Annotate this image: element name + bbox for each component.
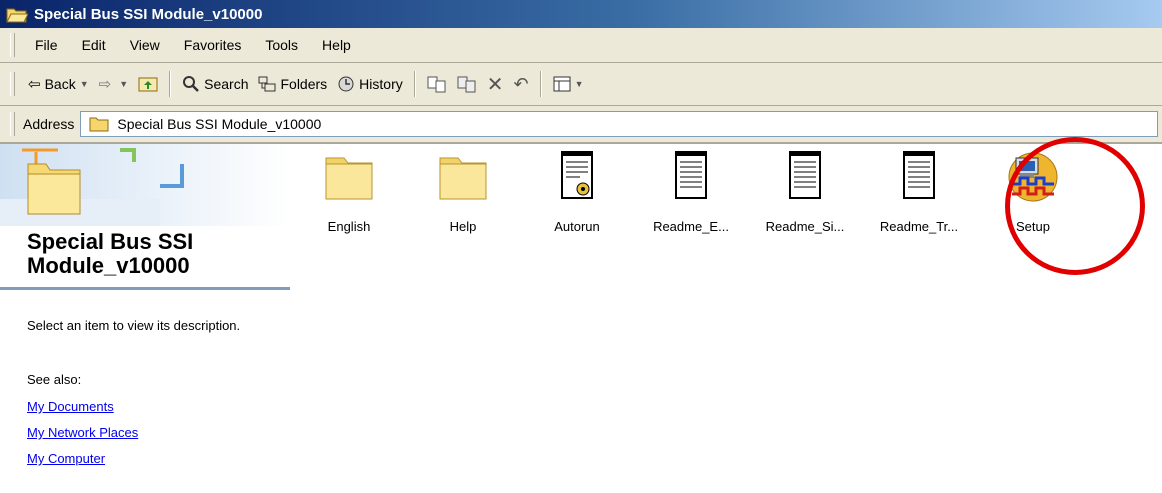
views-dropdown-icon[interactable]: ▼	[575, 79, 584, 89]
back-button[interactable]: ⇦ Back ▼	[23, 69, 94, 99]
file-label: Autorun	[554, 219, 600, 234]
link-my-network-places[interactable]: My Network Places	[27, 425, 138, 440]
file-label: English	[327, 219, 371, 234]
address-grip[interactable]	[10, 112, 15, 136]
move-to-button[interactable]	[422, 69, 452, 99]
history-label: History	[359, 76, 403, 92]
see-also-label: See also:	[27, 372, 82, 387]
views-button[interactable]: ▼	[548, 69, 589, 99]
content-area: Special Bus SSI Module_v10000 Select an …	[0, 137, 1162, 493]
search-label: Search	[204, 76, 249, 92]
text-file-icon	[675, 151, 707, 199]
forward-arrow-icon: ⇨	[98, 76, 112, 93]
file-item-readme-si[interactable]: Readme_Si...	[746, 150, 864, 234]
forward-dropdown-icon[interactable]: ▼	[119, 79, 128, 89]
folders-button[interactable]: Folders	[253, 69, 332, 99]
description-text: Select an item to view its description.	[27, 318, 241, 333]
folders-icon	[258, 76, 276, 92]
link-my-computer[interactable]: My Computer	[27, 451, 105, 466]
divider	[0, 287, 290, 290]
search-button[interactable]: Search	[177, 69, 253, 99]
file-item-autorun[interactable]: Autorun	[518, 150, 636, 234]
copy-to-button[interactable]	[452, 69, 482, 99]
address-label: Address	[23, 116, 75, 132]
folder-icon	[325, 157, 373, 200]
menu-grip[interactable]	[10, 33, 15, 57]
menu-file[interactable]: File	[23, 37, 70, 53]
undo-button[interactable]: ↶	[509, 69, 534, 99]
address-input[interactable]: Special Bus SSI Module_v10000	[80, 111, 1158, 137]
address-bar: Address Special Bus SSI Module_v10000	[0, 106, 1162, 144]
back-label: Back	[44, 76, 76, 92]
back-arrow-icon: ⇦	[28, 76, 41, 93]
highlight-circle	[1005, 137, 1145, 275]
toolbar-separator	[539, 71, 542, 97]
menu-tools[interactable]: Tools	[253, 37, 310, 53]
file-item-help[interactable]: Help	[404, 150, 522, 234]
file-label: Readme_Si...	[765, 219, 845, 234]
move-to-icon	[427, 76, 446, 93]
address-value: Special Bus SSI Module_v10000	[117, 116, 322, 132]
menu-view[interactable]: View	[118, 37, 172, 53]
folder-title: Special Bus SSI Module_v10000	[27, 229, 194, 278]
link-my-documents[interactable]: My Documents	[27, 399, 114, 414]
forward-button[interactable]: ⇨ ▼	[94, 69, 134, 99]
up-folder-icon	[138, 77, 158, 92]
title-bar[interactable]: Special Bus SSI Module_v10000	[0, 0, 1162, 28]
copy-to-icon	[457, 76, 476, 93]
up-button[interactable]	[133, 69, 163, 99]
search-icon	[183, 76, 200, 92]
file-item-english[interactable]: English	[290, 150, 408, 234]
toolbar: ⇦ Back ▼ ⇨ ▼ Search Folders History ✕ ↶ …	[0, 63, 1162, 106]
file-label: Help	[449, 219, 477, 234]
views-icon	[553, 76, 571, 92]
settings-file-icon	[561, 151, 593, 199]
menu-edit[interactable]: Edit	[70, 37, 118, 53]
folders-label: Folders	[280, 76, 328, 92]
menu-help[interactable]: Help	[310, 37, 363, 53]
menu-bar: File Edit View Favorites Tools Help	[0, 28, 1162, 63]
folder-icon	[439, 157, 487, 200]
delete-icon: ✕	[486, 73, 504, 96]
toolbar-separator	[169, 71, 172, 97]
task-pane: Special Bus SSI Module_v10000 Select an …	[0, 144, 290, 493]
folder-icon	[89, 117, 109, 132]
folder-open-icon	[6, 8, 28, 22]
back-dropdown-icon[interactable]: ▼	[80, 79, 89, 89]
text-file-icon	[789, 151, 821, 199]
window-title: Special Bus SSI Module_v10000	[34, 5, 263, 23]
file-label: Readme_Tr...	[879, 219, 959, 234]
file-item-readme-e[interactable]: Readme_E...	[632, 150, 750, 234]
toolbar-separator	[413, 71, 416, 97]
menu-favorites[interactable]: Favorites	[172, 37, 254, 53]
file-label: Readme_E...	[653, 219, 729, 234]
file-item-readme-tr[interactable]: Readme_Tr...	[860, 150, 978, 234]
toolbar-grip[interactable]	[10, 72, 15, 96]
delete-button[interactable]: ✕	[482, 69, 509, 99]
text-file-icon	[903, 151, 935, 199]
undo-icon: ↶	[513, 73, 529, 94]
history-icon	[338, 76, 354, 92]
history-button[interactable]: History	[332, 69, 408, 99]
